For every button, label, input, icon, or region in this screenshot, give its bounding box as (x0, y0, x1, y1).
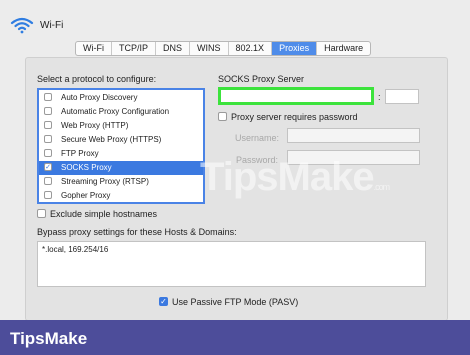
title-bar: Wi-Fi (0, 0, 470, 42)
brand-logo: TipsMake (10, 329, 88, 348)
protocol-list-heading: Select a protocol to configure: (37, 74, 157, 84)
tab-wins[interactable]: WINS (190, 42, 229, 55)
protocol-checkbox-checked[interactable]: ✓ (44, 163, 52, 171)
protocol-label: Auto Proxy Discovery (61, 93, 138, 102)
protocol-checkbox[interactable] (44, 191, 52, 199)
exclude-simple-hostnames-label: Exclude simple hostnames (50, 209, 158, 219)
username-field[interactable] (287, 128, 420, 143)
protocol-item-gopher-proxy[interactable]: Gopher Proxy (39, 189, 203, 203)
protocol-checkbox[interactable] (44, 135, 52, 143)
protocol-item-ftp-proxy[interactable]: FTP Proxy (39, 147, 203, 161)
protocol-list[interactable]: Auto Proxy Discovery Automatic Proxy Con… (37, 88, 205, 204)
protocol-item-streaming-proxy[interactable]: Streaming Proxy (RTSP) (39, 175, 203, 189)
protocol-item-auto-proxy-discovery[interactable]: Auto Proxy Discovery (39, 91, 203, 105)
tab-proxies[interactable]: Proxies (272, 42, 318, 55)
protocol-label: FTP Proxy (61, 149, 99, 158)
port-separator: : (378, 92, 381, 102)
protocol-checkbox[interactable] (44, 107, 52, 115)
socks-port-input[interactable] (385, 89, 419, 104)
window-title: Wi-Fi (40, 20, 64, 31)
protocol-checkbox[interactable] (44, 93, 52, 101)
tab-8021x[interactable]: 802.1X (229, 42, 273, 55)
socks-server-input[interactable] (218, 87, 374, 105)
protocol-checkbox[interactable] (44, 177, 52, 185)
wifi-icon (10, 17, 34, 34)
tab-tcpip[interactable]: TCP/IP (112, 42, 157, 55)
protocol-checkbox[interactable] (44, 149, 52, 157)
tab-bar: Wi-Fi TCP/IP DNS WINS 802.1X Proxies Har… (75, 41, 372, 56)
protocol-label: SOCKS Proxy (61, 163, 112, 172)
bypass-hosts-textarea[interactable]: *.local, 169.254/16 (37, 241, 426, 287)
protocol-label: Gopher Proxy (61, 191, 111, 200)
exclude-simple-hostnames-checkbox[interactable] (37, 209, 46, 218)
footer-banner: TipsMake (0, 320, 470, 355)
protocol-label: Web Proxy (HTTP) (61, 121, 129, 130)
protocol-item-automatic-proxy-configuration[interactable]: Automatic Proxy Configuration (39, 105, 203, 119)
username-label: Username: (235, 133, 280, 143)
bypass-label: Bypass proxy settings for these Hosts & … (37, 227, 237, 237)
protocol-label: Automatic Proxy Configuration (61, 107, 170, 116)
protocol-checkbox[interactable] (44, 121, 52, 129)
requires-password-checkbox[interactable] (218, 112, 227, 121)
watermark-logo: TipsMake.com (200, 155, 390, 199)
protocol-label: Secure Web Proxy (HTTPS) (61, 135, 162, 144)
protocol-item-socks-proxy[interactable]: ✓ SOCKS Proxy (39, 161, 203, 175)
protocol-label: Streaming Proxy (RTSP) (61, 177, 149, 186)
socks-server-heading: SOCKS Proxy Server (218, 74, 305, 84)
requires-password-label: Proxy server requires password (231, 112, 358, 122)
tab-hardware[interactable]: Hardware (317, 42, 370, 55)
passive-ftp-label: Use Passive FTP Mode (PASV) (172, 297, 299, 307)
passive-ftp-checkbox[interactable]: ✓ (159, 297, 168, 306)
protocol-item-secure-web-proxy[interactable]: Secure Web Proxy (HTTPS) (39, 133, 203, 147)
tab-wifi[interactable]: Wi-Fi (76, 42, 112, 55)
tab-dns[interactable]: DNS (156, 42, 191, 55)
protocol-item-web-proxy[interactable]: Web Proxy (HTTP) (39, 119, 203, 133)
